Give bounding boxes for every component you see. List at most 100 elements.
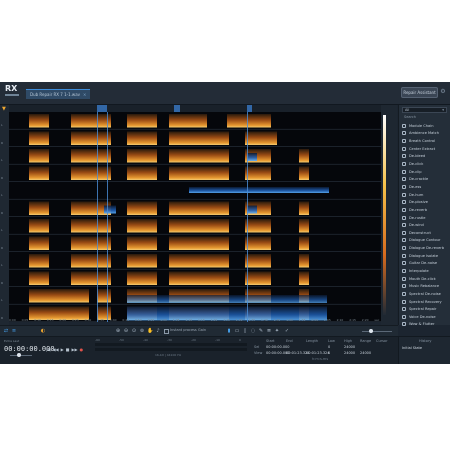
- skip-start-icon[interactable]: |◀: [46, 347, 50, 352]
- module-item[interactable]: Dialogue De-reverb: [402, 244, 449, 252]
- instant-process-mode[interactable]: Gain: [198, 328, 206, 332]
- time-frequency-selection-icon[interactable]: ▯: [242, 328, 248, 334]
- zoom-slider[interactable]: [362, 331, 392, 332]
- harmonic-selection-icon[interactable]: ≣: [266, 328, 272, 334]
- selection-line: [97, 112, 98, 322]
- module-item[interactable]: Voice De-noise: [402, 313, 449, 321]
- module-item[interactable]: Dialogue Contour: [402, 237, 449, 245]
- overview-selection: [97, 105, 107, 112]
- module-item[interactable]: Dialogue Isolate: [402, 252, 449, 260]
- module-item[interactable]: Guitar De-noise: [402, 260, 449, 268]
- stop-icon[interactable]: ■: [66, 347, 70, 352]
- spectrogram-segment: [299, 166, 309, 180]
- info-value[interactable]: 24000: [344, 351, 355, 355]
- module-item[interactable]: Deconstruct: [402, 229, 449, 237]
- rewind-icon[interactable]: ◀◀: [52, 347, 58, 352]
- module-item[interactable]: Ambience Match: [402, 130, 449, 138]
- spectrogram-segment: [127, 271, 157, 285]
- module-icon: [402, 154, 406, 159]
- selection-info: Start End Length Low High Range Cursor Sel 00:00…: [252, 339, 394, 361]
- time-ruler-tick: 0:20: [59, 318, 67, 322]
- instant-process-checkbox[interactable]: [164, 329, 169, 334]
- info-value[interactable]: 24000: [360, 351, 371, 355]
- channel-divider: [9, 303, 381, 305]
- module-item[interactable]: Breath Control: [402, 137, 449, 145]
- module-item[interactable]: Music Rebalance: [402, 282, 449, 290]
- module-item[interactable]: Spectral Repair: [402, 305, 449, 313]
- module-item[interactable]: De-rustle: [402, 214, 449, 222]
- spectrogram-segment: [29, 236, 49, 250]
- file-tab[interactable]: Dub Repair RX 7 1-1.wav ×: [26, 89, 91, 99]
- module-item[interactable]: De-crackle: [402, 175, 449, 183]
- check-icon[interactable]: ✓: [284, 328, 290, 334]
- module-item[interactable]: Wow & Flutter: [402, 321, 449, 329]
- close-icon[interactable]: ×: [83, 92, 86, 97]
- play-icon[interactable]: ▶: [61, 347, 64, 352]
- zoom-in-icon[interactable]: ⊕: [115, 328, 121, 334]
- zoom-fit-icon[interactable]: ⊙: [131, 328, 137, 334]
- info-value[interactable]: 00:00:00.000: [266, 345, 290, 349]
- spectrogram-segment: [245, 236, 271, 250]
- repair-assistant-button[interactable]: Repair Assistant: [401, 87, 438, 98]
- blend-icon[interactable]: ◐: [40, 328, 46, 334]
- spectrogram-waveform: [127, 295, 327, 303]
- module-item[interactable]: Interpolate: [402, 267, 449, 275]
- module-search-field[interactable]: Search: [402, 115, 447, 120]
- lasso-icon[interactable]: ◌: [250, 328, 256, 334]
- record-icon[interactable]: ●: [80, 347, 84, 352]
- playhead-marker-icon[interactable]: ▼: [2, 107, 7, 112]
- module-item[interactable]: De-clip: [402, 168, 449, 176]
- output-level-meter: 16-bit | 44100 Hz -60 -50 -40 -30 -20 -10 0: [95, 338, 247, 357]
- info-value[interactable]: 0: [328, 345, 330, 349]
- module-item[interactable]: Mouth De-click: [402, 275, 449, 283]
- module-item[interactable]: De-plosive: [402, 198, 449, 206]
- module-item-label: De-ess: [409, 184, 422, 189]
- module-icon: [402, 314, 406, 319]
- history-item-initial[interactable]: Initial State: [402, 346, 422, 350]
- level-meter-right: [95, 348, 247, 351]
- module-item[interactable]: Center Extract: [402, 145, 449, 153]
- time-format-label[interactable]: h:m:s.ms: [312, 357, 328, 361]
- spectrogram-canvas: [9, 112, 381, 322]
- speaker-icon[interactable]: ♪: [155, 328, 161, 334]
- rx-logo-text: RX: [5, 84, 18, 93]
- magic-wand-icon[interactable]: ✦: [274, 328, 280, 334]
- info-value[interactable]: 0: [328, 351, 330, 355]
- spectrogram-display[interactable]: [9, 112, 381, 322]
- info-value[interactable]: 00:01:23.324: [306, 351, 330, 355]
- level-meter-tick: -10: [215, 338, 220, 342]
- spectrogram-segment: [29, 149, 49, 163]
- module-item[interactable]: Module Chain: [402, 122, 449, 130]
- zoom-selection-icon[interactable]: ⊚: [139, 328, 145, 334]
- waveform-overview[interactable]: [9, 105, 381, 112]
- module-item[interactable]: De-ess: [402, 183, 449, 191]
- module-item[interactable]: De-reverb: [402, 206, 449, 214]
- module-item[interactable]: Spectral Recovery: [402, 298, 449, 306]
- output-gain-slider[interactable]: [10, 355, 32, 356]
- hand-tool-icon[interactable]: ✋: [147, 328, 153, 334]
- zoom-out-icon[interactable]: ⊖: [123, 328, 129, 334]
- transport-bar: Extra Last 00:00:00.000 |◀ ◀◀ ▶ ■ ▶▶ ● 16-bit…: [0, 336, 450, 364]
- brush-icon[interactable]: ✎: [258, 328, 264, 334]
- module-filter-value: All: [405, 108, 410, 112]
- module-icon: [402, 261, 406, 266]
- module-item-label: Guitar De-noise: [409, 261, 438, 266]
- time-selection-icon[interactable]: ▮: [226, 328, 232, 334]
- output-gain-knob[interactable]: [17, 353, 21, 357]
- module-item[interactable]: De-hum: [402, 191, 449, 199]
- module-item-label: Deconstruct: [409, 230, 431, 235]
- module-item[interactable]: De-click: [402, 160, 449, 168]
- frequency-selection-icon[interactable]: ▭: [234, 328, 240, 334]
- module-item-label: Breath Control: [409, 139, 436, 144]
- module-item[interactable]: De-bleed: [402, 153, 449, 161]
- fast-forward-icon[interactable]: ▶▶: [71, 347, 77, 352]
- module-filter-select[interactable]: All ▾: [402, 107, 447, 113]
- module-item[interactable]: De-wind: [402, 221, 449, 229]
- zoom-slider-knob[interactable]: [369, 329, 373, 333]
- spectrogram-segment: [71, 114, 111, 128]
- info-value[interactable]: 24000: [344, 345, 355, 349]
- module-item[interactable]: Spectral De-noise: [402, 290, 449, 298]
- waveform-view-icon[interactable]: ⇄: [3, 328, 9, 334]
- gear-icon[interactable]: ⚙: [439, 87, 447, 96]
- spectrogram-view-icon[interactable]: ≡: [11, 328, 17, 334]
